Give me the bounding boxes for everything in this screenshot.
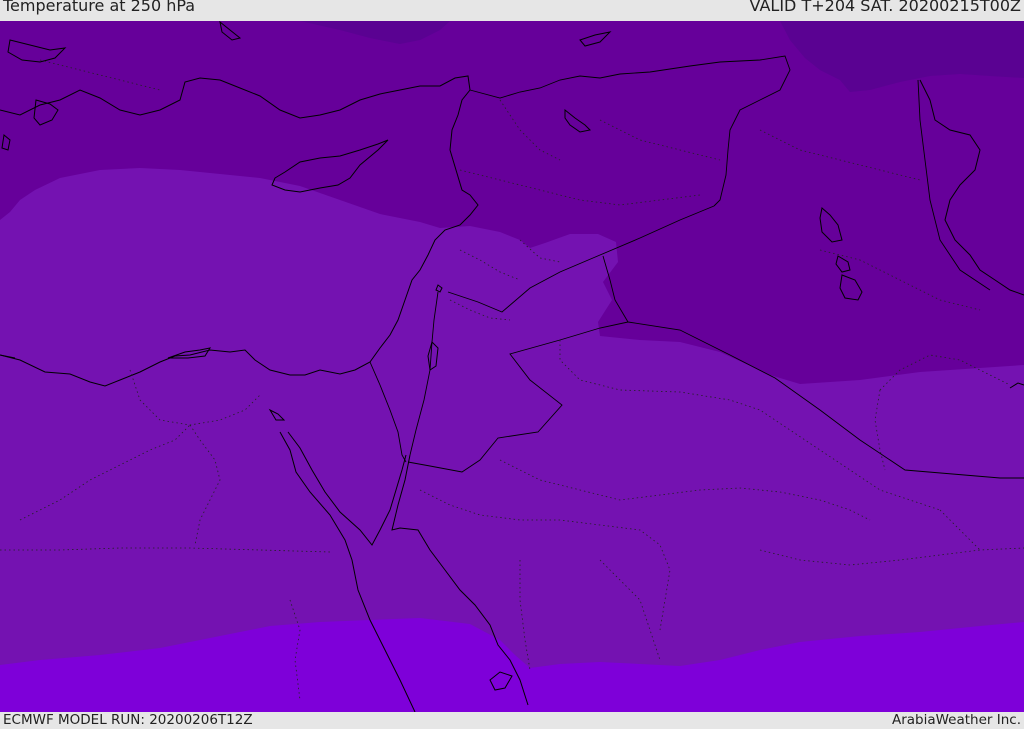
map-footer: ECMWF MODEL RUN: 20200206T12Z ArabiaWeat… [0,712,1024,729]
map-header: Temperature at 250 hPa VALID T+204 SAT. … [0,0,1024,21]
model-run-label: ECMWF MODEL RUN: 20200206T12Z [3,712,253,728]
valid-time: VALID T+204 SAT. 20200215T00Z [749,0,1021,15]
temperature-map [0,21,1024,712]
credit-label: ArabiaWeather Inc. [891,712,1021,728]
map-title: Temperature at 250 hPa [3,0,196,15]
